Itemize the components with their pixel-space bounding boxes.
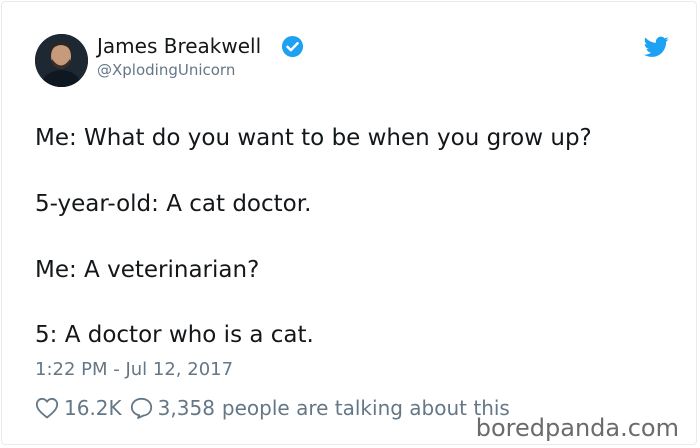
tweet-card: James Breakwell @XplodingUnicorn Me: Wha… (1, 1, 697, 445)
heart-icon[interactable] (35, 397, 59, 419)
author-display-name[interactable]: James Breakwell (97, 34, 261, 58)
avatar-image (35, 34, 88, 87)
talking-label[interactable]: people are talking about this (222, 396, 510, 420)
tweet-text-line: 5: A doctor who is a cat. (35, 322, 314, 348)
author-handle[interactable]: @XplodingUnicorn (97, 60, 235, 80)
watermark: boredpanda.com (475, 414, 679, 442)
talking-count[interactable]: 3,358 (158, 396, 215, 420)
speech-bubble-icon[interactable] (130, 397, 153, 419)
tweet-timestamp[interactable]: 1:22 PM - Jul 12, 2017 (35, 359, 233, 381)
tweet-actions: 16.2K 3,358 people are talking about thi… (35, 395, 510, 421)
twitter-bird-icon[interactable] (644, 36, 669, 58)
tweet-text-line: Me: What do you want to be when you grow… (35, 125, 592, 151)
avatar[interactable] (35, 34, 88, 87)
tweet-text-line: Me: A veterinarian? (35, 257, 260, 283)
likes-count[interactable]: 16.2K (64, 396, 122, 420)
tweet-text-line: 5-year-old: A cat doctor. (35, 191, 312, 217)
verified-badge-icon (281, 35, 304, 58)
